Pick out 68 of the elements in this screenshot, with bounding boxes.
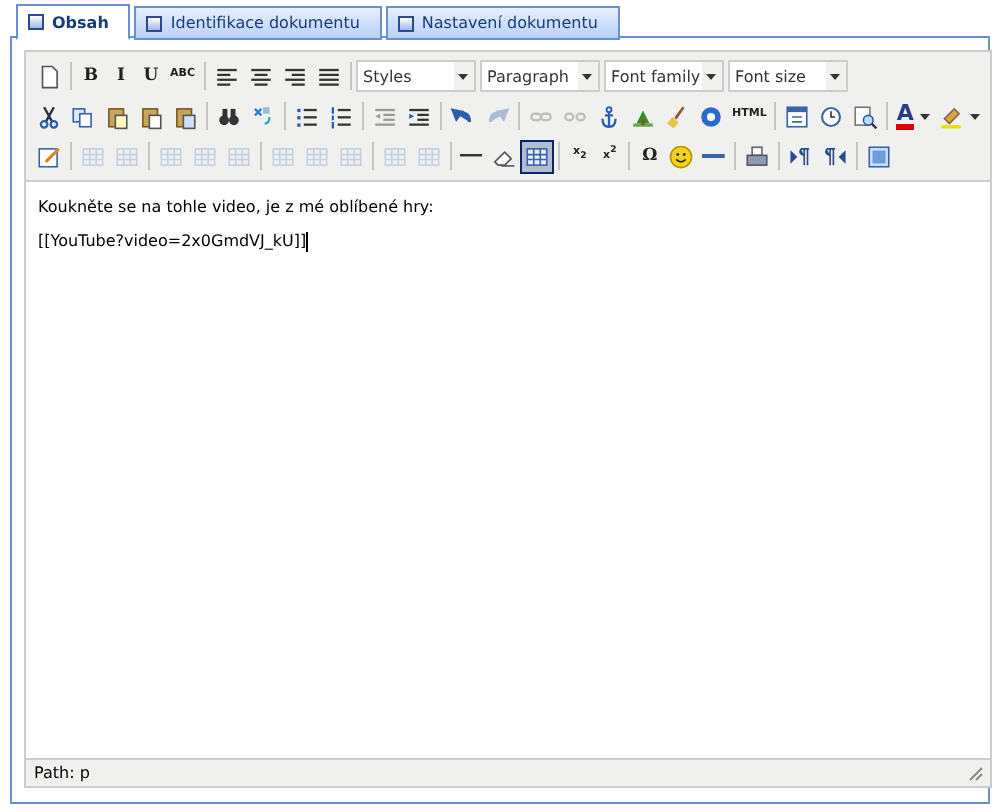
broom-icon [664, 103, 690, 129]
format-button[interactable]: I [106, 59, 136, 93]
dropdown-arrow-icon [458, 73, 468, 79]
format-button[interactable]: B [76, 59, 106, 93]
numbered-list-icon [328, 103, 354, 129]
table-icon [114, 143, 140, 169]
dropdown[interactable]: Font size [727, 60, 847, 92]
dropdown-arrow-icon [969, 113, 980, 119]
preview-icon [852, 103, 879, 129]
tab[interactable]: Identifikace dokumentu [134, 6, 382, 40]
copy-icon [70, 103, 96, 129]
align-center-icon [247, 63, 273, 89]
table-row-icon [158, 143, 184, 169]
dropdown-arrow-icon [582, 73, 592, 79]
element-path: Path: p [34, 764, 90, 782]
table-row-icon [226, 143, 252, 169]
paragraph: [[YouTube?video=2x0GmdVJ_kU]] [38, 232, 311, 252]
tab[interactable]: Nastavení dokumentu [385, 6, 620, 40]
binoculars-icon [216, 103, 242, 129]
scissors-icon [36, 103, 62, 129]
paragraph-direction-icon [787, 143, 814, 169]
dropdown[interactable]: Styles [355, 60, 475, 92]
format-button[interactable]: Ω [634, 139, 665, 173]
table-icon [80, 143, 106, 169]
format-button[interactable]: U [136, 59, 166, 93]
bulleted-list-icon [294, 103, 320, 129]
calendar-icon [784, 103, 811, 129]
highlighter-icon [937, 103, 964, 129]
align-left-icon [213, 63, 239, 89]
edit-icon [36, 143, 62, 169]
document-icon [36, 63, 62, 89]
tab[interactable]: Obsah [16, 4, 131, 40]
table-column-icon [270, 143, 296, 169]
tab-icon [397, 15, 414, 31]
dropdown-arrow-icon [830, 73, 840, 79]
align-right-icon [281, 63, 307, 89]
tab-icon [28, 14, 44, 30]
table-column-icon [338, 143, 364, 169]
dropdown-arrow-icon [919, 113, 930, 119]
dropdown[interactable]: Paragraph [479, 60, 599, 92]
grid-button[interactable] [520, 139, 555, 173]
clipboard-icon [104, 103, 130, 129]
anchor-icon [596, 103, 622, 129]
dropdown[interactable]: Font family [603, 60, 723, 92]
grid-icon [524, 143, 551, 169]
replace-icon [250, 103, 276, 129]
tab-icon [146, 15, 163, 31]
table-column-icon [304, 143, 330, 169]
fullscreen-icon [865, 143, 892, 169]
indent-icon [406, 103, 432, 129]
font-color-label: A [896, 102, 914, 130]
text-cursor [306, 232, 309, 252]
table-icon [382, 143, 408, 169]
printer-icon [743, 143, 770, 169]
align-justify-icon [315, 63, 341, 89]
horizontal-line-icon [460, 154, 483, 158]
clipboard-icon [138, 103, 164, 129]
table-row-icon [192, 143, 218, 169]
split-button[interactable]: A [892, 96, 934, 136]
table-icon [416, 143, 442, 169]
paragraph-direction-icon [821, 143, 848, 169]
paragraph: Koukněte se na tohle video, je z mé oblíbené hry: [38, 198, 436, 216]
dropdown-arrow-icon [706, 73, 716, 79]
clock-icon [818, 103, 845, 129]
resize-grip-icon[interactable] [967, 765, 984, 781]
smiley-icon [668, 143, 695, 169]
clipboard-icon [172, 103, 198, 129]
outdent-icon [372, 103, 398, 129]
